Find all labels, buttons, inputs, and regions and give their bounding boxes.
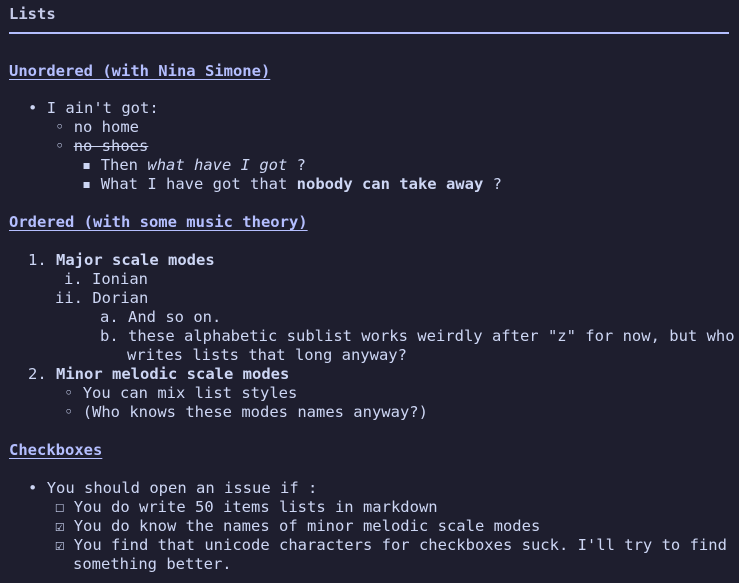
title-divider [9,32,729,34]
roman-marker: ii. [55,289,83,307]
list-item: • You should open an issue if : [28,479,317,498]
list-item-text: Major scale modes [56,251,215,269]
list-item: a. And so on. [100,308,221,327]
checkbox-item: ☑ You do know the names of minor melodic… [55,517,540,536]
list-item-text: And so on. [128,308,222,326]
number-marker: 2. [28,365,47,383]
list-item: b. these alphabetic sublist works weirdl… [100,327,735,346]
roman-marker: i. [64,270,83,288]
checkbox-checked-icon: ☑ [55,517,65,535]
list-item: • I ain't got: [28,99,159,118]
alpha-marker: b. [100,327,119,345]
checkbox-checked-icon: ☑ [55,536,65,554]
circle-marker: ◦ [55,118,65,136]
list-item: ◦ no shoes [55,137,148,156]
list-item-text: ? [483,175,502,193]
bullet-marker: • [28,479,38,497]
list-item-text: (Who knows these modes names anyway?) [82,403,428,421]
list-item: ii. Dorian [55,289,148,308]
section-heading-ordered: Ordered (with some music theory) [9,213,308,231]
section-heading-checkboxes: Checkboxes [9,441,103,459]
checkbox-unchecked-icon: ☐ [55,498,65,516]
list-item: ◦ no home [55,118,139,137]
checkbox-label: You do write 50 items lists in markdown [73,498,438,516]
list-item: ◦ (Who knows these modes names anyway?) [64,403,428,422]
list-item-text: Dorian [92,289,149,307]
checkbox-item: ☐ You do write 50 items lists in markdow… [55,498,438,517]
checkbox-label: You do know the names of minor melodic s… [73,517,541,535]
circle-marker: ◦ [64,403,74,421]
strong-text: nobody can take away [296,175,484,193]
list-item-text: You should open an issue if : [46,479,318,497]
square-marker: ▪ [82,156,92,174]
list-item-text: no home [73,118,140,136]
alpha-marker: a. [100,308,119,326]
list-item: ▪ Then what have I got ? [82,156,306,175]
list-item: 1. Major scale modes [28,251,215,270]
section-heading-unordered: Unordered (with Nina Simone) [9,62,271,80]
bullet-marker: • [28,99,38,117]
checkbox-label-continuation: something better. [73,555,232,573]
page-title: Lists [9,5,56,23]
list-item-text: What I have got that [100,175,297,193]
list-item-text: no shoes [73,137,149,155]
circle-marker: ◦ [64,384,74,402]
list-item-text: Minor melodic scale modes [56,365,290,383]
circle-marker: ◦ [55,137,65,155]
emphasis-text: what have I got [147,156,288,174]
list-item-text: I ain't got: [46,99,159,117]
square-marker: ▪ [82,175,92,193]
list-item-text: Ionian [92,270,149,288]
list-item: ◦ You can mix list styles [64,384,297,403]
list-item-text: ? [287,156,307,174]
list-item-text: Then [100,156,148,174]
list-item-continuation: writes lists that long anyway? [127,346,407,364]
number-marker: 1. [28,251,47,269]
list-item: 2. Minor melodic scale modes [28,365,289,384]
checkbox-item: ☑ You find that unicode characters for c… [55,536,727,555]
list-item-text: these alphabetic sublist works weirdly a… [128,327,735,345]
list-item: ▪ What I have got that nobody can take a… [82,175,502,194]
checkbox-label: You find that unicode characters for che… [73,536,727,554]
list-item: i. Ionian [64,270,148,289]
list-item-text: You can mix list styles [82,384,298,402]
